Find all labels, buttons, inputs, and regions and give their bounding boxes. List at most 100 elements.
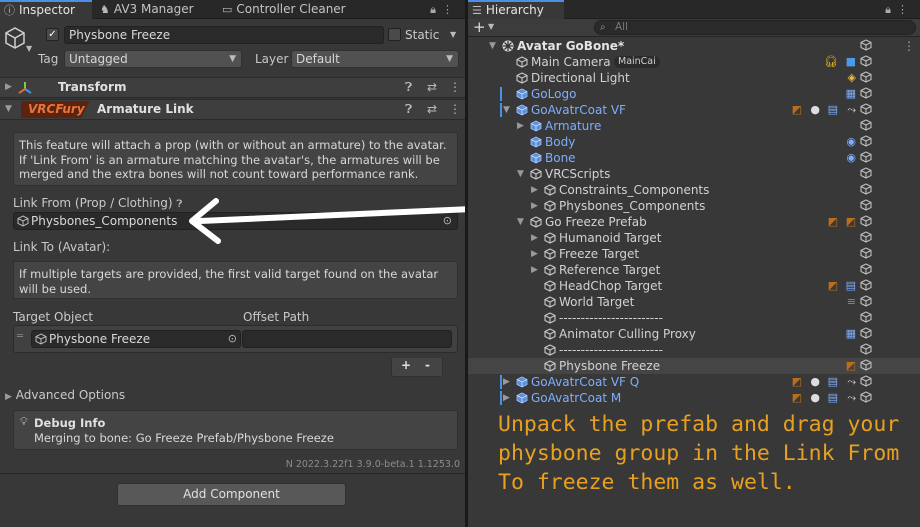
remove-item-button[interactable]: - [425,358,430,372]
fold-open-icon[interactable]: ▼ [5,104,12,114]
chevron-down-icon[interactable]: ▼ [488,22,494,31]
visibility-cube-icon[interactable] [860,343,873,356]
visibility-cube-icon[interactable] [860,279,873,292]
hierarchy-row[interactable]: ▶ Reference Target [468,262,920,278]
tab-inspector[interactable]: ⓘ Inspector [0,0,92,19]
kebab-menu-icon[interactable]: ⋮ [903,38,915,54]
visibility-cube-icon[interactable] [860,183,873,196]
hierarchy-row[interactable]: Physbone Freeze ◩ [468,358,920,374]
hierarchy-row[interactable]: ------------------------ [468,342,920,358]
fold-closed-icon[interactable]: ▶ [503,390,510,406]
transform-header[interactable]: ▶ Transform ❓︎ ⇄ ⋮ [0,77,465,98]
visibility-cube-icon[interactable] [860,215,873,228]
add-item-button[interactable]: + [401,358,411,372]
advanced-options-foldout[interactable]: ▶ Advanced Options [5,388,125,402]
visibility-cube-icon[interactable] [860,151,873,164]
icon-dropdown-arrow-icon[interactable]: ▼ [26,44,32,53]
visibility-cube-icon[interactable] [860,327,873,340]
tab-controller-cleaner[interactable]: ▭ Controller Cleaner [218,0,368,19]
visibility-cube-icon[interactable] [860,103,873,116]
hierarchy-row[interactable]: ▶ Armature [468,118,920,134]
visibility-cube-icon[interactable] [860,375,873,388]
tag-dropdown[interactable]: Untagged ▼ [64,50,242,68]
presets-icon[interactable]: ⇄ [427,80,437,94]
hierarchy-row[interactable]: ▶ GoAvatrCoat M ◩ ● ▤ ⤳ [468,390,920,406]
search-icon: ⌕ [600,22,606,33]
hierarchy-row[interactable]: ▶ Physbones_Components [468,198,920,214]
hierarchy-row[interactable]: ▼ GoAvatrCoat VF ◩ ● ▤ ⤳ [468,102,920,118]
object-name-field[interactable]: Physbone Freeze [64,26,384,44]
tab-options[interactable]: 🔒︎⋮ [430,0,459,19]
tab-hierarchy[interactable]: ☰ Hierarchy [468,0,564,19]
fold-closed-icon[interactable]: ▶ [531,230,538,246]
static-checkbox[interactable] [388,28,401,41]
lock-icon[interactable]: 🔒︎ [885,3,897,16]
hierarchy-row[interactable]: Body ◉ [468,134,920,150]
visibility-cube-icon[interactable] [860,391,873,404]
tab-av3-manager[interactable]: ♞ AV3 Manager [96,0,216,19]
fold-closed-icon[interactable]: ▶ [531,246,538,262]
kebab-menu-icon[interactable]: ⋮ [449,102,461,116]
drag-handle-icon[interactable]: ═ [17,331,23,342]
hierarchy-row[interactable]: Directional Light ◈ [468,70,920,86]
hierarchy-row[interactable]: Main Camera MainCai 🎧︎ ■ [468,54,920,70]
create-button[interactable]: + [473,18,486,36]
hierarchy-row[interactable]: ▼ VRCScripts [468,166,920,182]
kebab-menu-icon[interactable]: ⋮ [449,80,461,94]
hierarchy-row-label: World Target [559,295,635,309]
hierarchy-row[interactable]: ▶ Freeze Target [468,246,920,262]
fold-closed-icon[interactable]: ▶ [531,262,538,278]
more-icon[interactable]: ⋮ [442,3,459,16]
offset-path-field[interactable] [242,330,452,348]
visibility-cube-icon[interactable] [860,55,873,68]
hierarchy-row[interactable]: ------------------------ [468,310,920,326]
visibility-cube-icon[interactable] [860,311,873,324]
help-icon[interactable]: ❓︎ [405,102,412,117]
fold-closed-icon[interactable]: ▶ [531,198,538,214]
visibility-cube-icon[interactable] [860,135,873,148]
fold-closed-icon[interactable]: ▶ [503,374,510,390]
fold-closed-icon[interactable]: ▶ [5,82,12,92]
fold-closed-icon[interactable]: ▶ [531,182,538,198]
lock-icon[interactable]: 🔒︎ [430,3,442,16]
armature-link-header[interactable]: ▼ VRCFury Armature Link ❓︎ ⇄ ⋮ [0,99,465,120]
hierarchy-row[interactable]: ▼ Avatar GoBone* ⋮ [468,38,920,54]
fold-open-icon[interactable]: ▼ [517,166,524,182]
object-picker-icon[interactable]: ⊙ [228,331,237,347]
fold-open-icon[interactable]: ▼ [517,214,524,230]
more-icon[interactable]: ⋮ [897,3,914,16]
help-icon[interactable]: ❓︎ [405,80,412,95]
hierarchy-row[interactable]: World Target ≡ [468,294,920,310]
active-checkbox[interactable]: ✓ [46,28,59,41]
hierarchy-row[interactable]: GoLogo ▦ [468,86,920,102]
layer-dropdown[interactable]: Default ▼ [291,50,459,68]
hierarchy-row[interactable]: Animator Culling Proxy ▦ [468,326,920,342]
visibility-cube-icon[interactable] [860,231,873,244]
fold-open-icon[interactable]: ▼ [503,102,510,118]
hierarchy-row[interactable]: HeadChop Target ◩ ▤ [468,278,920,294]
visibility-cube-icon[interactable] [860,39,873,52]
info-icon: ⓘ [4,4,15,17]
search-input[interactable]: ⌕ All [594,20,916,35]
hierarchy-row[interactable]: ▼ Go Freeze Prefab ◩ ◩ [468,214,920,230]
visibility-cube-icon[interactable] [860,295,873,308]
visibility-cube-icon[interactable] [860,359,873,372]
presets-icon[interactable]: ⇄ [427,102,437,116]
visibility-cube-icon[interactable] [860,167,873,180]
visibility-cube-icon[interactable] [860,119,873,132]
static-dropdown-icon[interactable]: ▼ [450,30,456,39]
add-component-button[interactable]: Add Component [117,483,346,506]
visibility-cube-icon[interactable] [860,87,873,100]
hierarchy-row[interactable]: ▶ Constraints_Components [468,182,920,198]
fold-open-icon[interactable]: ▼ [489,38,496,54]
hierarchy-row[interactable]: ▶ Humanoid Target [468,230,920,246]
visibility-cube-icon[interactable] [860,199,873,212]
visibility-cube-icon[interactable] [860,71,873,84]
visibility-cube-icon[interactable] [860,247,873,260]
hierarchy-row[interactable]: Bone ◉ [468,150,920,166]
target-object-field[interactable]: Physbone Freeze ⊙ [31,330,241,348]
hierarchy-row[interactable]: ▶ GoAvatrCoat VF Q ◩ ● ▤ ⤳ [468,374,920,390]
tab-options[interactable]: 🔒︎⋮ [885,0,914,19]
visibility-cube-icon[interactable] [860,263,873,276]
fold-closed-icon[interactable]: ▶ [517,118,524,134]
